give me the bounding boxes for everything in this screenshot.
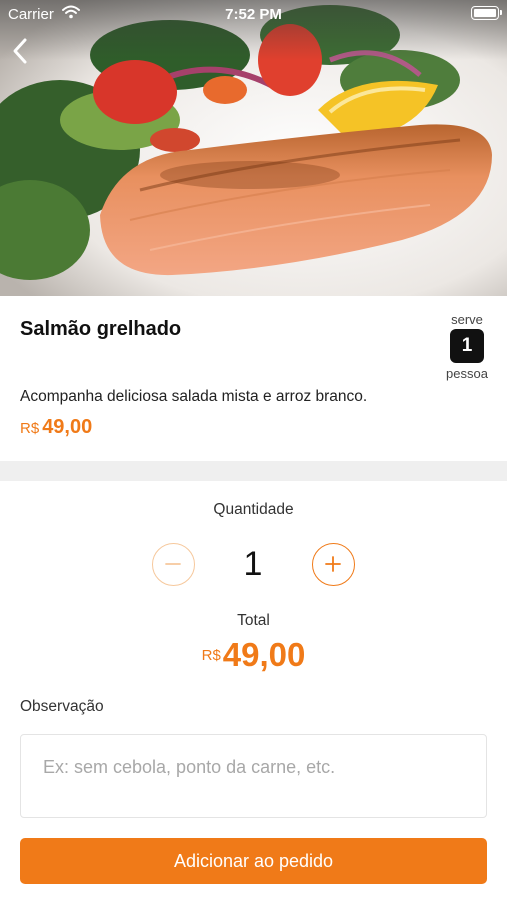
product-description: Acompanha deliciosa salada mista e arroz…: [20, 388, 368, 405]
serves-count: 1: [450, 329, 484, 363]
decrease-quantity-button[interactable]: [152, 543, 195, 586]
observation-label: Observação: [20, 698, 104, 715]
quantity-value: 1: [243, 545, 263, 583]
add-to-order-button[interactable]: Adicionar ao pedido: [20, 838, 487, 884]
total-value: 49,00: [222, 636, 306, 673]
quantity-label: Quantidade: [213, 501, 294, 518]
minus-icon: [165, 563, 181, 565]
serves-badge: serve 1 pessoa: [436, 312, 498, 381]
increase-quantity-button[interactable]: [312, 543, 355, 586]
chevron-left-icon: [13, 38, 27, 64]
salmon-dish-illustration: [0, 0, 507, 296]
observation-input[interactable]: [20, 734, 487, 818]
serves-unit: pessoa: [446, 366, 488, 381]
battery-icon: [471, 6, 502, 20]
total-currency: R$: [201, 647, 221, 664]
hero-image: [0, 0, 507, 296]
price-currency: R$: [20, 420, 40, 437]
status-time: 7:52 PM: [225, 6, 282, 23]
status-bar: Carrier 7:52 PM: [0, 0, 507, 28]
back-button[interactable]: [6, 34, 36, 68]
total-price: R$49,00: [0, 636, 507, 674]
plus-icon: [325, 556, 341, 572]
total-label: Total: [237, 612, 270, 629]
serves-label: serve: [451, 312, 483, 327]
section-divider: [0, 461, 507, 481]
product-price: R$ 49,00: [20, 416, 92, 439]
product-title: Salmão grelhado: [20, 318, 182, 340]
price-value: 49,00: [42, 416, 93, 438]
